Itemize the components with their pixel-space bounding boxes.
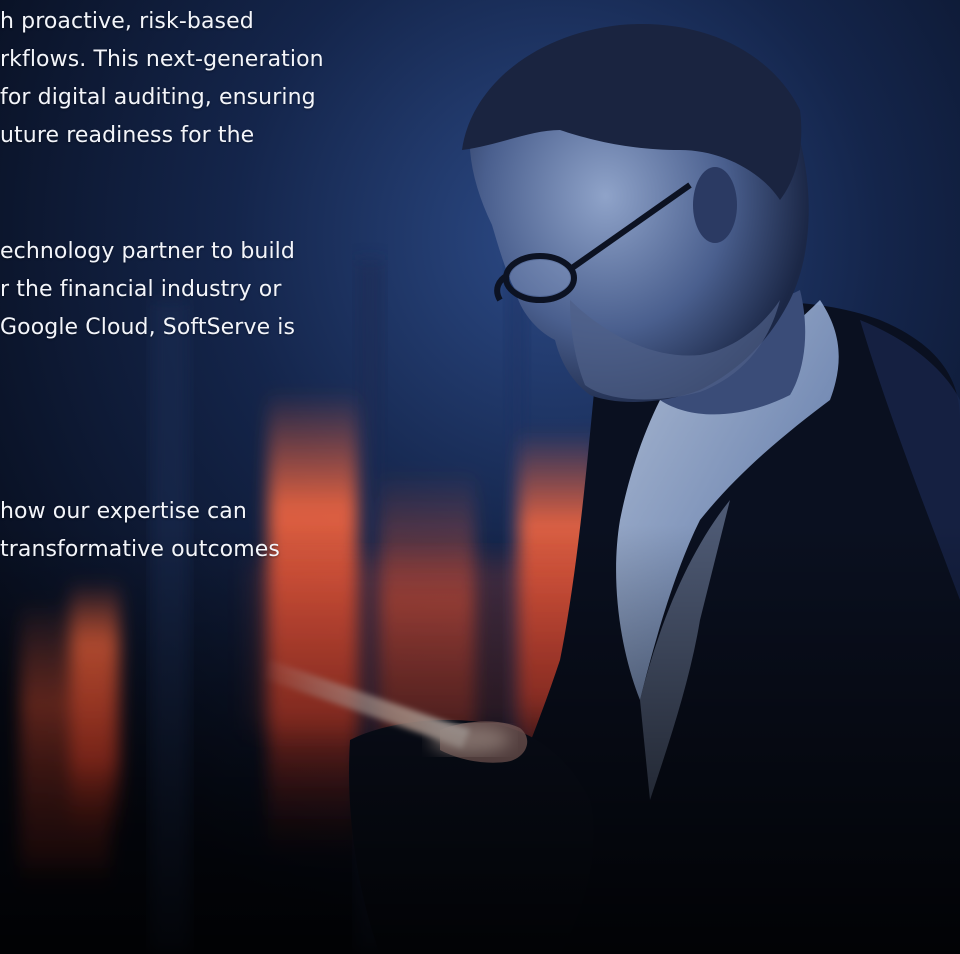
hero-image xyxy=(0,0,960,954)
page: h proactive, risk-based rkflows. This ne… xyxy=(0,0,960,954)
